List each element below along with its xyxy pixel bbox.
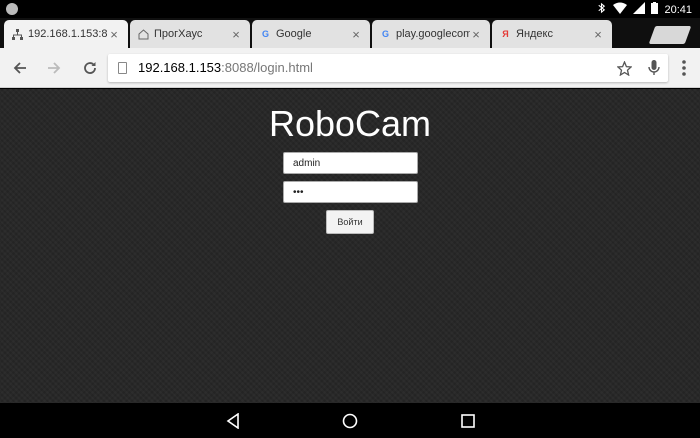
url-path: :8088/login.html: [221, 60, 313, 75]
close-icon[interactable]: ×: [350, 27, 362, 42]
bluetooth-icon: [596, 2, 607, 17]
menu-icon[interactable]: [674, 58, 694, 78]
tab-robocam[interactable]: 192.168.1.153:8 ×: [4, 20, 128, 48]
back-nav-icon[interactable]: [224, 412, 242, 430]
tab-google[interactable]: G Google ×: [252, 20, 370, 48]
page-content: RoboCam Войти: [0, 89, 700, 403]
url-text: 192.168.1.153:8088/login.html: [138, 60, 313, 75]
address-bar[interactable]: 192.168.1.153:8088/login.html: [108, 54, 668, 82]
clock: 20:41: [664, 3, 692, 16]
username-field[interactable]: [283, 152, 418, 174]
tab-yandex[interactable]: Я Яндекс ×: [492, 20, 612, 48]
new-tab-button[interactable]: [648, 26, 692, 44]
close-icon[interactable]: ×: [230, 27, 242, 42]
house-icon: [138, 28, 149, 40]
tab-title: Google: [276, 28, 312, 40]
wifi-icon: [613, 2, 628, 17]
close-icon[interactable]: ×: [108, 27, 120, 42]
navigation-bar: [0, 403, 700, 438]
close-icon[interactable]: ×: [470, 27, 482, 42]
page-title: RoboCam: [268, 103, 432, 144]
signal-icon: [633, 2, 646, 17]
google-icon: G: [261, 29, 269, 39]
tab-title: Яндекс: [516, 28, 553, 40]
home-nav-icon[interactable]: [341, 412, 359, 430]
tab-title: ПрогХаус: [154, 28, 203, 40]
reload-icon[interactable]: [80, 58, 100, 78]
star-icon[interactable]: [614, 58, 634, 78]
back-icon[interactable]: [10, 58, 30, 78]
status-bar: 20:41: [0, 0, 700, 18]
microphone-icon[interactable]: [644, 58, 664, 78]
notification-icon: [6, 3, 18, 15]
close-icon[interactable]: ×: [592, 27, 604, 42]
tab-title: play.googlecom: [396, 28, 470, 40]
status-icons: 20:41: [596, 2, 692, 17]
login-button[interactable]: Войти: [326, 210, 374, 234]
url-host: 192.168.1.153: [138, 60, 222, 75]
recents-nav-icon[interactable]: [459, 412, 477, 430]
tab-proghaus[interactable]: ПрогХаус ×: [130, 20, 250, 48]
battery-icon: [651, 2, 659, 17]
page-icon: [118, 62, 127, 74]
browser-toolbar: 192.168.1.153:8088/login.html: [0, 48, 700, 88]
tab-title: 192.168.1.153:8: [28, 28, 108, 40]
yandex-icon: Я: [502, 29, 509, 39]
network-icon: [12, 28, 23, 40]
forward-icon[interactable]: [44, 58, 64, 78]
tab-play-google[interactable]: G play.googlecom ×: [372, 20, 490, 48]
google-icon: G: [381, 29, 389, 39]
password-field[interactable]: [283, 181, 418, 203]
